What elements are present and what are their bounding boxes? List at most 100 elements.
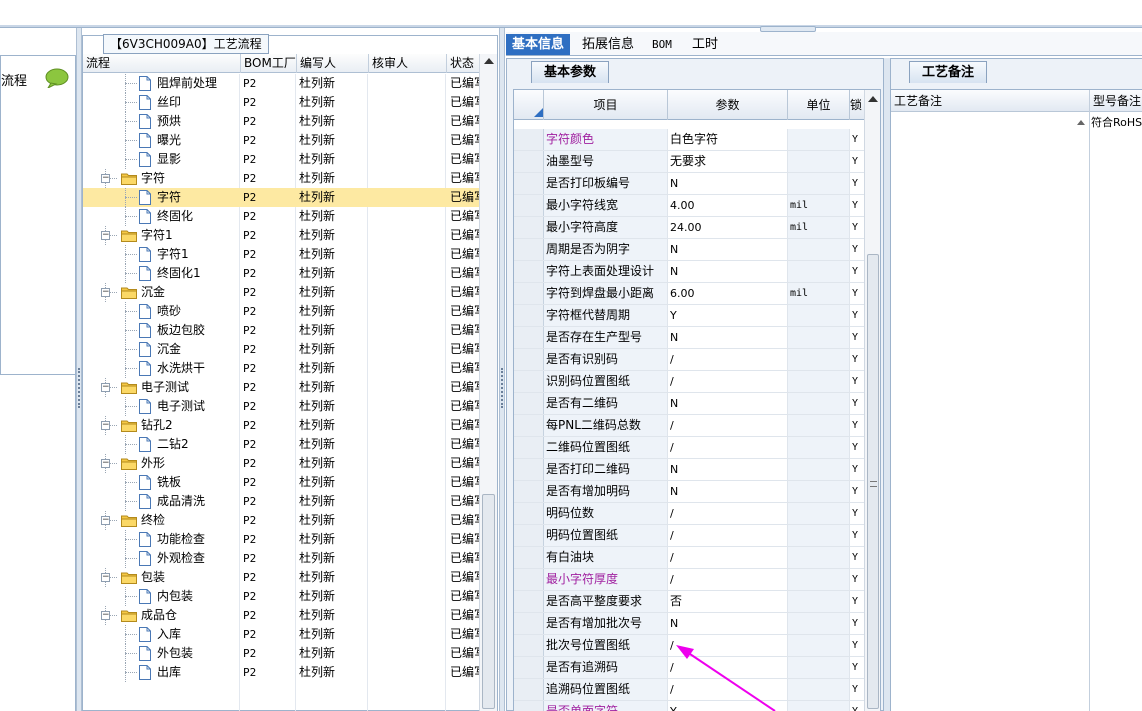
tree-step-row[interactable]: 入库 P2 杜列新 已编写 [83, 625, 479, 644]
row-header[interactable] [514, 371, 544, 392]
param-value-cell[interactable]: / [668, 371, 788, 392]
tree-step-row[interactable]: 喷砂 P2 杜列新 已编写 [83, 302, 479, 321]
tree-folder-row[interactable]: − 沉金 P2 杜列新 已编写 [83, 283, 479, 302]
middle-splitter[interactable] [499, 28, 505, 711]
param-value-cell[interactable]: 4.00 [668, 195, 788, 216]
row-header[interactable] [514, 129, 544, 150]
param-row[interactable]: 周期是否为阴字 N Y [514, 239, 864, 261]
param-value-cell[interactable]: / [668, 437, 788, 458]
tree-step-row[interactable]: 曝光 P2 杜列新 已编写 [83, 131, 479, 150]
param-value-cell[interactable]: / [668, 569, 788, 590]
row-header[interactable] [514, 283, 544, 304]
row-header[interactable] [514, 239, 544, 260]
row-header[interactable] [514, 459, 544, 480]
param-value-cell[interactable]: 无要求 [668, 151, 788, 172]
param-row[interactable]: 明码位置图纸 / Y [514, 525, 864, 547]
row-header[interactable] [514, 415, 544, 436]
tree-step-row[interactable]: 沉金 P2 杜列新 已编写 [83, 340, 479, 359]
tree-step-row[interactable]: 字符1 P2 杜列新 已编写 [83, 245, 479, 264]
tree-folder-row[interactable]: − 电子测试 P2 杜列新 已编写 [83, 378, 479, 397]
param-value-cell[interactable]: N [668, 459, 788, 480]
tree-step-row[interactable]: 成品清洗 P2 杜列新 已编写 [83, 492, 479, 511]
param-value-cell[interactable]: / [668, 547, 788, 568]
param-value-cell[interactable]: N [668, 481, 788, 502]
col-param[interactable]: 参数 [668, 90, 788, 120]
param-value-cell[interactable]: / [668, 679, 788, 700]
tree-col-reviewer[interactable]: 核审人 [369, 54, 447, 73]
tree-folder-row[interactable]: − 包装 P2 杜列新 已编写 [83, 568, 479, 587]
params-scrollbar[interactable] [864, 90, 880, 711]
collapse-toggle-icon[interactable]: − [101, 174, 110, 183]
param-row[interactable]: 识别码位置图纸 / Y [514, 371, 864, 393]
param-row[interactable]: 油墨型号 无要求 Y [514, 151, 864, 173]
row-header[interactable] [514, 349, 544, 370]
tree-col-bom[interactable]: BOM工厂 [241, 54, 297, 73]
tree-step-row[interactable]: 终固化1 P2 杜列新 已编写 [83, 264, 479, 283]
param-value-cell[interactable]: 否 [668, 591, 788, 612]
collapse-toggle-icon[interactable]: − [101, 231, 110, 240]
tree-folder-row[interactable]: − 字符 P2 杜列新 已编写 [83, 169, 479, 188]
collapse-toggle-icon[interactable]: − [101, 459, 110, 468]
tab-basic-info[interactable]: 基本信息 [506, 34, 571, 55]
scroll-up-arrow-icon[interactable] [868, 96, 878, 102]
row-header[interactable] [514, 327, 544, 348]
col-process-note[interactable]: 工艺备注 [891, 90, 942, 112]
tree-folder-row[interactable]: − 字符1 P2 杜列新 已编写 [83, 226, 479, 245]
row-header[interactable] [514, 305, 544, 326]
row-header[interactable] [514, 591, 544, 612]
tree-folder-row[interactable]: − 外形 P2 杜列新 已编写 [83, 454, 479, 473]
row-header[interactable] [514, 679, 544, 700]
col-lock[interactable]: 锁 [850, 90, 864, 120]
tree-step-row[interactable]: 外包装 P2 杜列新 已编写 [83, 644, 479, 663]
param-row[interactable]: 是否存在生产型号 N Y [514, 327, 864, 349]
tree-step-row[interactable]: 电子测试 P2 杜列新 已编写 [83, 397, 479, 416]
param-row[interactable]: 追溯码位置图纸 / Y [514, 679, 864, 701]
param-value-cell[interactable]: / [668, 503, 788, 524]
param-row[interactable]: 是否高平整度要求否 Y [514, 591, 864, 613]
param-row[interactable]: 每PNL二维码总数 / Y [514, 415, 864, 437]
row-header[interactable] [514, 261, 544, 282]
tab-basic-params[interactable]: 基本参数 [531, 61, 610, 83]
row-header[interactable] [514, 657, 544, 678]
col-item[interactable]: 项目 [544, 90, 668, 120]
scroll-up-arrow-icon[interactable] [1077, 120, 1085, 125]
param-value-cell[interactable]: Y [668, 305, 788, 326]
param-row[interactable]: 字符颜色 白色字符 Y [514, 129, 864, 151]
param-row[interactable]: 字符框代替周期 Y Y [514, 305, 864, 327]
param-row[interactable]: 是否有追溯码 / Y [514, 657, 864, 679]
param-row[interactable]: 最小字符厚度 / Y [514, 569, 864, 591]
param-row[interactable]: 字符到焊盘最小距离 6.00 mil Y [514, 283, 864, 305]
param-row[interactable]: 二维码位置图纸 / Y [514, 437, 864, 459]
param-value-cell[interactable]: / [668, 525, 788, 546]
param-row[interactable]: 是否有增加批次号 N Y [514, 613, 864, 635]
param-row[interactable]: 是否有增加明码 N Y [514, 481, 864, 503]
collapse-toggle-icon[interactable]: − [101, 288, 110, 297]
row-header[interactable] [514, 393, 544, 414]
row-header[interactable] [514, 173, 544, 194]
param-value-cell[interactable]: / [668, 657, 788, 678]
params-scroll-thumb[interactable] [867, 254, 879, 709]
tree-step-row[interactable]: 字符 P2 杜列新 已编写 [83, 188, 479, 207]
tree-step-row[interactable]: 板边包胶 P2 杜列新 已编写 [83, 321, 479, 340]
param-row[interactable]: 是否打印板编号 N Y [514, 173, 864, 195]
tab-work-hours[interactable]: 工时 [686, 34, 724, 55]
tree-step-row[interactable]: 预烘 P2 杜列新 已编写 [83, 112, 479, 131]
tree-folder-row[interactable]: − 钻孔2 P2 杜列新 已编写 [83, 416, 479, 435]
row-header[interactable] [514, 613, 544, 634]
param-value-cell[interactable]: 白色字符 [668, 129, 788, 150]
tree-step-row[interactable]: 出库 P2 杜列新 已编写 [83, 663, 479, 682]
collapse-toggle-icon[interactable]: − [101, 383, 110, 392]
row-header[interactable] [514, 701, 544, 711]
tree-panel-tab[interactable]: 【6V3CH009A0】工艺流程 [103, 34, 269, 54]
param-value-cell[interactable]: N [668, 327, 788, 348]
param-row[interactable]: 明码位数 / Y [514, 503, 864, 525]
tree-col-process[interactable]: 流程 [83, 54, 241, 73]
param-row[interactable]: 字符上表面处理设计 N Y [514, 261, 864, 283]
row-header[interactable] [514, 525, 544, 546]
chat-bubble-icon[interactable] [45, 68, 69, 88]
tab-process-notes[interactable]: 工艺备注 [909, 61, 988, 83]
scroll-up-arrow-icon[interactable] [484, 58, 494, 64]
tree-folder-row[interactable]: − 成品仓 P2 杜列新 已编写 [83, 606, 479, 625]
row-header[interactable] [514, 437, 544, 458]
param-value-cell[interactable]: N [668, 173, 788, 194]
